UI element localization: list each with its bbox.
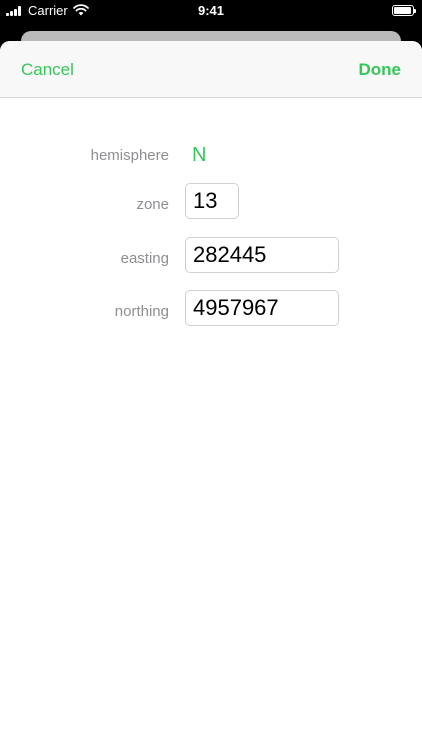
done-button[interactable]: Done xyxy=(359,60,402,80)
battery-level xyxy=(394,7,411,14)
zone-field[interactable] xyxy=(185,183,239,219)
hemisphere-label: hemisphere xyxy=(90,147,169,164)
screen: Carrier 9:41 Cancel Done hemisphere N zo… xyxy=(0,0,422,750)
northing-label: northing xyxy=(114,303,169,320)
northing-field[interactable] xyxy=(185,290,339,326)
modal-sheet: Cancel Done hemisphere N zone easting no… xyxy=(0,41,422,750)
navigation-bar: Cancel Done xyxy=(0,41,422,98)
status-time: 9:41 xyxy=(197,3,225,18)
battery-icon xyxy=(392,5,416,16)
status-bar: Carrier 9:41 xyxy=(0,0,422,22)
easting-label: easting xyxy=(120,250,169,267)
cancel-button[interactable]: Cancel xyxy=(21,60,74,80)
zone-label: zone xyxy=(136,196,169,213)
hemisphere-toggle[interactable]: N xyxy=(192,144,206,167)
easting-field[interactable] xyxy=(185,237,339,273)
